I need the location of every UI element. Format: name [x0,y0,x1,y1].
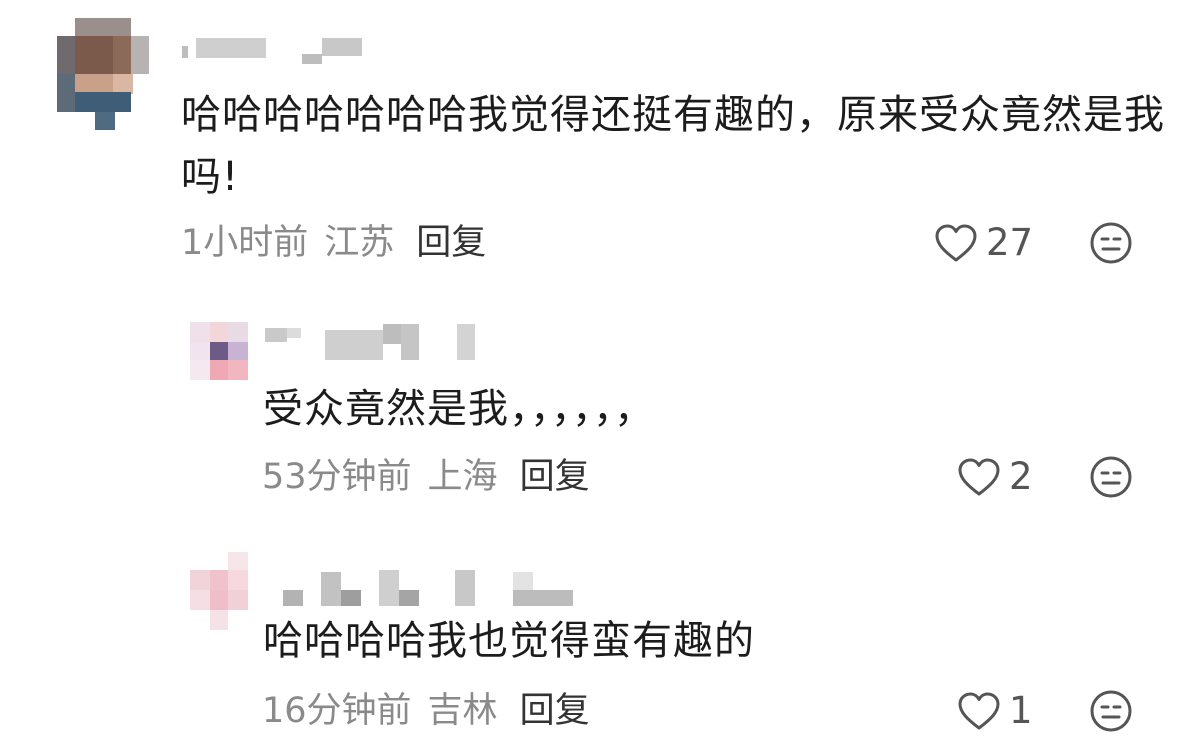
reply-button[interactable]: 回复 [520,691,590,731]
dislike-button[interactable] [1089,689,1133,733]
like-button[interactable]: 1 [957,690,1033,732]
timestamp: 16分钟前 [262,691,412,731]
location: 吉林 [427,691,498,731]
avatar[interactable] [190,552,248,630]
meh-face-icon [1089,455,1133,499]
like-count: 2 [1009,455,1033,498]
heart-outline-icon [957,690,1001,732]
like-count: 1 [1009,689,1033,732]
heart-outline-icon [957,456,1001,498]
username-blurred[interactable] [283,570,573,610]
comment-meta: 1小时前 江苏 回复 [181,223,486,263]
comment-text: 哈哈哈哈我也觉得蛮有趣的 [263,618,755,664]
like-button[interactable]: 2 [957,456,1033,498]
dislike-button[interactable] [1089,221,1133,265]
comment-meta: 53分钟前 上海 回复 [262,457,590,497]
dislike-button[interactable] [1089,455,1133,499]
avatar[interactable] [190,322,248,380]
heart-outline-icon [934,222,978,264]
comment-text: 受众竟然是我，，，，，， [263,386,655,432]
timestamp: 53分钟前 [262,457,412,497]
comment-text: 哈哈哈哈哈哈哈我觉得还挺有趣的，原来受众竟然是我吗! [181,92,1165,200]
meh-face-icon [1089,689,1133,733]
like-button[interactable]: 27 [934,222,1033,264]
location: 上海 [427,457,498,497]
avatar[interactable] [57,18,149,130]
timestamp: 1小时前 [181,223,309,263]
reply-button[interactable]: 回复 [416,223,486,263]
location: 江苏 [324,223,395,263]
username-blurred[interactable] [265,322,480,362]
comment-meta: 16分钟前 吉林 回复 [262,691,590,731]
username-blurred[interactable] [182,36,367,68]
meh-face-icon [1089,221,1133,265]
like-count: 27 [986,221,1034,264]
reply-button[interactable]: 回复 [520,457,590,497]
